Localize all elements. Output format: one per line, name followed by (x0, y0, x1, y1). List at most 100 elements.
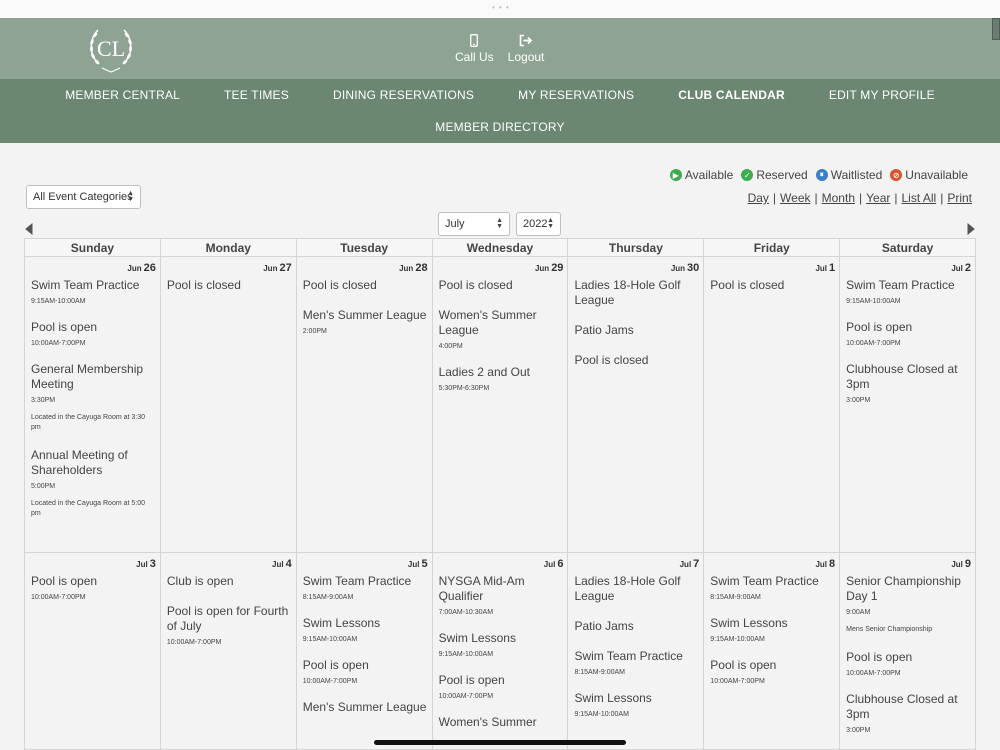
event-time: 9:15AM-10:00AM (846, 298, 901, 305)
event-category-value: All Event Categories (33, 191, 133, 203)
nav-dining-reservations[interactable]: DINING RESERVATIONS (311, 88, 496, 102)
calendar-day-cell[interactable]: Jul 5 Swim Team Practice 8:15AM-9:00AM Swim … (297, 553, 433, 749)
calendar-event[interactable]: Pool is closed (303, 278, 428, 293)
calendar-event[interactable]: Clubhouse Closed at 3pm 3:00PM (846, 362, 971, 404)
weekday-label: Tuesday (296, 238, 433, 257)
calendar-event[interactable]: Swim Lessons 9:15AM-10:00AM (710, 616, 835, 643)
calendar-day-cell[interactable]: Jul 8 Swim Team Practice 8:15AM-9:00AM Swim … (704, 553, 841, 749)
day-month: Jul (407, 560, 420, 569)
event-time: 8:15AM-9:00AM (302, 594, 354, 601)
calendar-day-cell[interactable]: Jun 26 Swim Team Practice 9:15AM-10:00AM Poo… (25, 257, 161, 552)
calendar-event[interactable]: Swim Team Practice 8:15AM-9:00AM (303, 574, 428, 601)
calendar-event[interactable]: Pool is closed (574, 353, 699, 368)
calendar-week-row: Jul 3 Pool is open 10:00AM-7:00PM Jul 4 Club i… (25, 553, 977, 750)
day-month: Jul (815, 560, 828, 569)
calendar-day-cell[interactable]: Jun 30 Ladies 18-Hole Golf League Patio Jam… (568, 257, 705, 552)
side-panel-tab[interactable] (992, 18, 1000, 40)
print-link[interactable]: Print (947, 191, 972, 205)
header: CL Call Us Logout (0, 18, 1000, 79)
calendar-event[interactable]: Pool is closed (710, 278, 835, 293)
month-calendar: Sunday Monday Tuesday Wednesday Thursday… (24, 238, 977, 750)
event-time: 9:15AM-10:00AM (574, 711, 629, 718)
event-title: Pool is open (31, 320, 98, 334)
event-time: 9:15AM-10:00AM (438, 651, 494, 658)
select-arrows-icon: ▲ ▼ (547, 217, 554, 230)
view-list-all-link[interactable]: List All (902, 191, 937, 205)
event-time: 8:15AM-9:00AM (710, 594, 761, 601)
nav-tee-times[interactable]: TEE TIMES (202, 88, 311, 102)
calendar-day-cell[interactable]: Jul 4 Club is open Pool is open for Fourth … (161, 553, 297, 749)
calendar-event[interactable]: Pool is open 10:00AM-7:00PM (303, 658, 428, 685)
next-month-arrow-icon[interactable] (966, 223, 976, 235)
calendar-event[interactable]: Men's Summer League (303, 700, 428, 715)
calendar-event[interactable]: Pool is open 10:00AM-7:00PM (710, 658, 835, 685)
calendar-event[interactable]: NYSGA Mid-Am Qualifier 7:00AM-10:30AM (439, 574, 564, 616)
calendar-event[interactable]: Men's Summer League 2:00PM (303, 308, 428, 335)
calendar-event[interactable]: Swim Team Practice 8:15AM-9:00AM (574, 649, 699, 676)
nav-my-reservations[interactable]: MY RESERVATIONS (496, 88, 656, 102)
calendar-day-cell[interactable]: Jun 28 Pool is closed Men's Summer League 2:… (297, 257, 433, 552)
calendar-event[interactable]: Swim Lessons 9:15AM-10:00AM (574, 691, 699, 718)
calendar-day-cell[interactable]: Jul 2 Swim Team Practice 9:15AM-10:00AM Pool… (840, 257, 977, 552)
calendar-event[interactable]: Club is open (167, 574, 292, 589)
day-date: 28 (415, 262, 428, 274)
month-select[interactable]: July ▲ ▼ (438, 212, 510, 236)
calendar-day-cell[interactable]: Jul 1 Pool is closed (704, 257, 841, 552)
event-title: Swim Team Practice (574, 649, 683, 663)
calendar-event[interactable]: Ladies 18-Hole Golf League (574, 278, 699, 308)
calendar-event[interactable]: Pool is open 10:00AM-7:00PM (31, 574, 156, 601)
nav-edit-my-profile[interactable]: EDIT MY PROFILE (807, 88, 957, 102)
logout-button[interactable]: Logout (508, 34, 544, 64)
day-number: Jun 26 (31, 262, 155, 278)
calendar-event[interactable]: Patio Jams (574, 323, 699, 338)
day-date: 3 (149, 558, 156, 570)
home-indicator[interactable] (374, 740, 626, 745)
calendar-event[interactable]: Pool is closed (439, 278, 564, 293)
calendar-event[interactable]: Swim Team Practice 9:15AM-10:00AM (31, 278, 156, 305)
calendar-event[interactable]: Ladies 2 and Out 5:30PM-6:30PM (439, 365, 564, 392)
calendar-event[interactable]: Pool is closed (167, 278, 292, 293)
legend-label: Available (684, 168, 734, 182)
call-us-button[interactable]: Call Us (455, 34, 494, 64)
view-day-link[interactable]: Day (748, 191, 769, 205)
calendar-event[interactable]: Pool is open 10:00AM-7:00PM (31, 320, 156, 347)
calendar-event[interactable]: Annual Meeting of Shareholders 5:00PM Loca… (31, 448, 156, 519)
calendar-event[interactable]: Women's Summer (439, 715, 564, 730)
calendar-day-cell[interactable]: Jul 9 Senior Championship Day 1 9:00AM Mens … (840, 553, 977, 749)
day-month: Jul (136, 560, 148, 569)
nav-member-directory[interactable]: MEMBER DIRECTORY (413, 120, 586, 134)
view-month-link[interactable]: Month (822, 191, 855, 205)
calendar-event[interactable]: Clubhouse Closed at 3pm 3:00PM (846, 692, 971, 734)
calendar-day-cell[interactable]: Jul 6 NYSGA Mid-Am Qualifier 7:00AM-10:30AM… (433, 553, 569, 749)
calendar-event[interactable]: Pool is open for Fourth of July 10:00AM-7… (167, 604, 292, 646)
calendar-event[interactable]: Senior Championship Day 1 9:00AM Mens Seni… (846, 574, 971, 635)
calendar-event[interactable]: Swim Lessons 9:15AM-10:00AM (439, 631, 564, 658)
view-week-link[interactable]: Week (780, 191, 810, 205)
calendar-week-row: Jun 26 Swim Team Practice 9:15AM-10:00AM Poo… (25, 257, 977, 553)
calendar-event[interactable]: Pool is open 10:00AM-7:00PM (846, 650, 971, 677)
calendar-event[interactable]: Patio Jams (574, 619, 699, 634)
day-number: Jul 1 (710, 262, 835, 278)
calendar-day-cell[interactable]: Jun 29 Pool is closed Women's Summer League… (433, 257, 569, 552)
calendar-event[interactable]: Swim Team Practice 8:15AM-9:00AM (710, 574, 835, 601)
calendar-day-cell[interactable]: Jul 7 Ladies 18-Hole Golf League Patio Jams… (568, 553, 705, 749)
year-select[interactable]: 2022 ▲ ▼ (516, 212, 561, 236)
calendar-day-cell[interactable]: Jul 3 Pool is open 10:00AM-7:00PM (25, 553, 161, 749)
calendar-event[interactable]: Swim Team Practice 9:15AM-10:00AM (846, 278, 971, 305)
calendar-day-cell[interactable]: Jun 27 Pool is closed (161, 257, 297, 552)
previous-month-arrow-icon[interactable] (24, 223, 34, 235)
day-number: Jul 5 (303, 558, 428, 574)
event-category-select[interactable]: All Event Categories ▲ ▼ (26, 185, 141, 209)
club-logo[interactable]: CL (84, 21, 138, 77)
calendar-event[interactable]: Pool is open 10:00AM-7:00PM (846, 320, 971, 347)
event-time: 10:00AM-7:00PM (846, 670, 901, 677)
nav-member-central[interactable]: MEMBER CENTRAL (43, 88, 202, 102)
calendar-event[interactable]: Women's Summer League 4:00PM (439, 308, 564, 350)
calendar-event[interactable]: Ladies 18-Hole Golf League (574, 574, 699, 604)
calendar-event[interactable]: Pool is open 10:00AM-7:00PM (439, 673, 564, 700)
calendar-event[interactable]: Swim Lessons 9:15AM-10:00AM (303, 616, 428, 643)
nav-club-calendar[interactable]: CLUB CALENDAR (656, 88, 807, 102)
multitask-dots-icon[interactable]: • • • (492, 3, 510, 12)
calendar-event[interactable]: General Membership Meeting 3:30PM Located … (31, 362, 156, 433)
view-year-link[interactable]: Year (866, 191, 890, 205)
